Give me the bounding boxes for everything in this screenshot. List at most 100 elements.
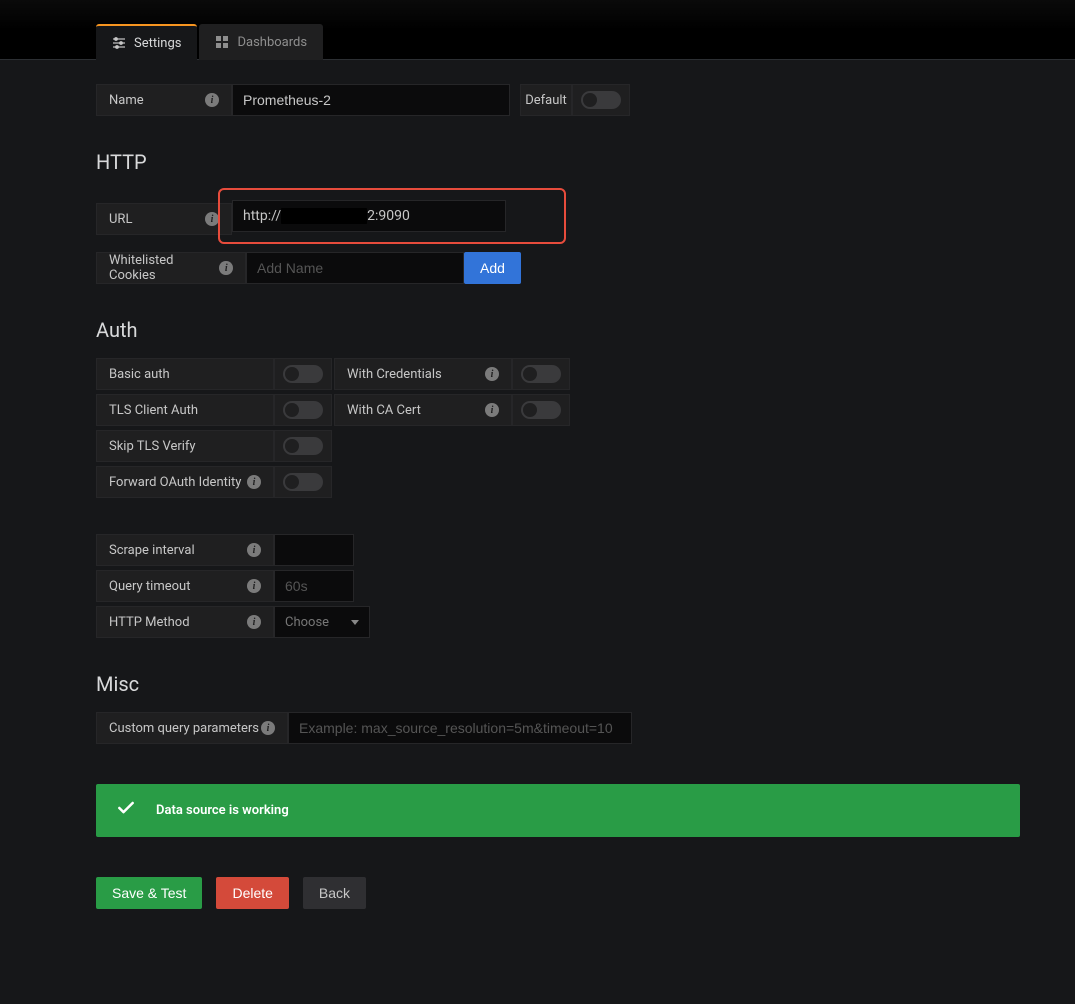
basic-auth-toggle[interactable]: [283, 365, 323, 383]
alert-message: Data source is working: [156, 803, 289, 818]
name-label: Name: [109, 93, 144, 108]
with-credentials-toggle-wrap: [512, 358, 570, 390]
basic-auth-text: Basic auth: [109, 367, 170, 382]
default-toggle-wrap: [572, 84, 630, 116]
auth-section-title: Auth: [96, 318, 1075, 342]
url-row: URL i http:// 2:9090: [96, 190, 1075, 248]
skip-tls-toggle[interactable]: [283, 437, 323, 455]
query-timeout-row: Query timeout i: [96, 570, 1075, 602]
name-input-wrap: [232, 84, 510, 116]
info-icon[interactable]: i: [247, 615, 261, 629]
basic-auth-row: Basic auth With Credentials i: [96, 358, 1075, 390]
with-credentials-text: With Credentials: [347, 367, 442, 382]
scrape-row: Scrape interval i: [96, 534, 1075, 566]
cookies-row: Whitelisted Cookies i Add: [96, 252, 1075, 284]
name-label-cell: Name i: [96, 84, 232, 116]
query-timeout-text: Query timeout: [109, 579, 190, 594]
forward-oauth-text: Forward OAuth Identity: [109, 475, 241, 490]
tls-client-toggle[interactable]: [283, 401, 323, 419]
custom-params-row: Custom query parameters i: [96, 712, 1075, 744]
scrape-text: Scrape interval: [109, 543, 195, 558]
skip-tls-text: Skip TLS Verify: [109, 439, 196, 454]
skip-tls-row: Skip TLS Verify: [96, 430, 1075, 462]
cookies-input[interactable]: [257, 260, 453, 276]
info-icon[interactable]: i: [485, 403, 499, 417]
http-method-label: HTTP Method i: [96, 606, 274, 638]
url-label-cell: URL i: [96, 203, 232, 235]
scrape-input-wrap: [274, 534, 354, 566]
footer-buttons: Save & Test Delete Back: [96, 877, 1075, 909]
skip-tls-toggle-wrap: [274, 430, 332, 462]
info-icon[interactable]: i: [247, 543, 261, 557]
http-method-row: HTTP Method i Choose: [96, 606, 1075, 638]
name-row: Name i Default: [96, 84, 1075, 116]
with-credentials-label: With Credentials i: [334, 358, 512, 390]
custom-params-input[interactable]: [299, 720, 621, 736]
info-icon[interactable]: i: [261, 721, 275, 735]
back-button[interactable]: Back: [303, 877, 366, 909]
default-toggle[interactable]: [581, 91, 621, 109]
tab-settings-label: Settings: [134, 36, 181, 51]
default-label-cell: Default: [520, 84, 572, 116]
chevron-down-icon: [351, 620, 359, 625]
url-value-prefix[interactable]: http://: [243, 208, 281, 224]
tab-dashboards-label: Dashboards: [237, 35, 307, 50]
http-method-text: HTTP Method: [109, 615, 190, 630]
cookies-label-cell: Whitelisted Cookies i: [96, 252, 246, 284]
tabs: Settings Dashboards: [0, 30, 1075, 60]
forward-oauth-toggle-wrap: [274, 466, 332, 498]
delete-button[interactable]: Delete: [216, 877, 288, 909]
form-content: Name i Default HTTP URL i http:// 2:9090: [0, 60, 1075, 909]
custom-params-text: Custom query parameters: [109, 721, 259, 736]
forward-oauth-row: Forward OAuth Identity i: [96, 466, 1075, 498]
query-timeout-input-wrap: [274, 570, 354, 602]
tls-client-text: TLS Client Auth: [109, 403, 198, 418]
with-credentials-toggle[interactable]: [521, 365, 561, 383]
tab-dashboards[interactable]: Dashboards: [199, 24, 323, 60]
custom-params-label: Custom query parameters i: [96, 712, 288, 744]
misc-section-title: Misc: [96, 672, 1075, 696]
url-highlight: http:// 2:9090: [218, 188, 566, 244]
custom-params-input-wrap: [288, 712, 632, 744]
tls-client-toggle-wrap: [274, 394, 332, 426]
http-method-value: Choose: [285, 615, 329, 630]
skip-tls-label: Skip TLS Verify: [96, 430, 274, 462]
name-input[interactable]: [243, 92, 499, 108]
with-ca-cert-text: With CA Cert: [347, 403, 421, 418]
tls-client-label: TLS Client Auth: [96, 394, 274, 426]
url-redacted: [281, 208, 367, 224]
info-icon[interactable]: i: [247, 579, 261, 593]
scrape-label: Scrape interval i: [96, 534, 274, 566]
save-test-button[interactable]: Save & Test: [96, 877, 202, 909]
with-ca-cert-label: With CA Cert i: [334, 394, 512, 426]
add-button[interactable]: Add: [464, 252, 521, 284]
info-icon[interactable]: i: [247, 475, 261, 489]
info-icon[interactable]: i: [205, 212, 219, 226]
info-icon[interactable]: i: [219, 261, 233, 275]
forward-oauth-toggle[interactable]: [283, 473, 323, 491]
with-ca-cert-toggle[interactable]: [521, 401, 561, 419]
basic-auth-label: Basic auth: [96, 358, 274, 390]
info-icon[interactable]: i: [205, 93, 219, 107]
check-icon: [116, 798, 136, 823]
tab-settings[interactable]: Settings: [96, 24, 197, 60]
grid-icon: [215, 35, 229, 49]
url-value-suffix[interactable]: 2:9090: [367, 208, 410, 224]
info-icon[interactable]: i: [485, 367, 499, 381]
tls-client-row: TLS Client Auth With CA Cert i: [96, 394, 1075, 426]
sliders-icon: [112, 36, 126, 50]
query-timeout-label: Query timeout i: [96, 570, 274, 602]
default-label: Default: [525, 93, 567, 108]
success-alert: Data source is working: [96, 784, 1020, 837]
basic-auth-toggle-wrap: [274, 358, 332, 390]
http-method-select[interactable]: Choose: [274, 606, 370, 638]
with-ca-cert-toggle-wrap: [512, 394, 570, 426]
cookies-input-wrap: [246, 252, 464, 284]
url-input-wrap: http:// 2:9090: [232, 200, 506, 232]
forward-oauth-label: Forward OAuth Identity i: [96, 466, 274, 498]
cookies-label: Whitelisted Cookies: [109, 253, 219, 283]
query-timeout-input[interactable]: [285, 578, 343, 594]
scrape-input[interactable]: [285, 542, 343, 558]
http-section-title: HTTP: [96, 150, 1075, 174]
url-label: URL: [109, 212, 132, 227]
